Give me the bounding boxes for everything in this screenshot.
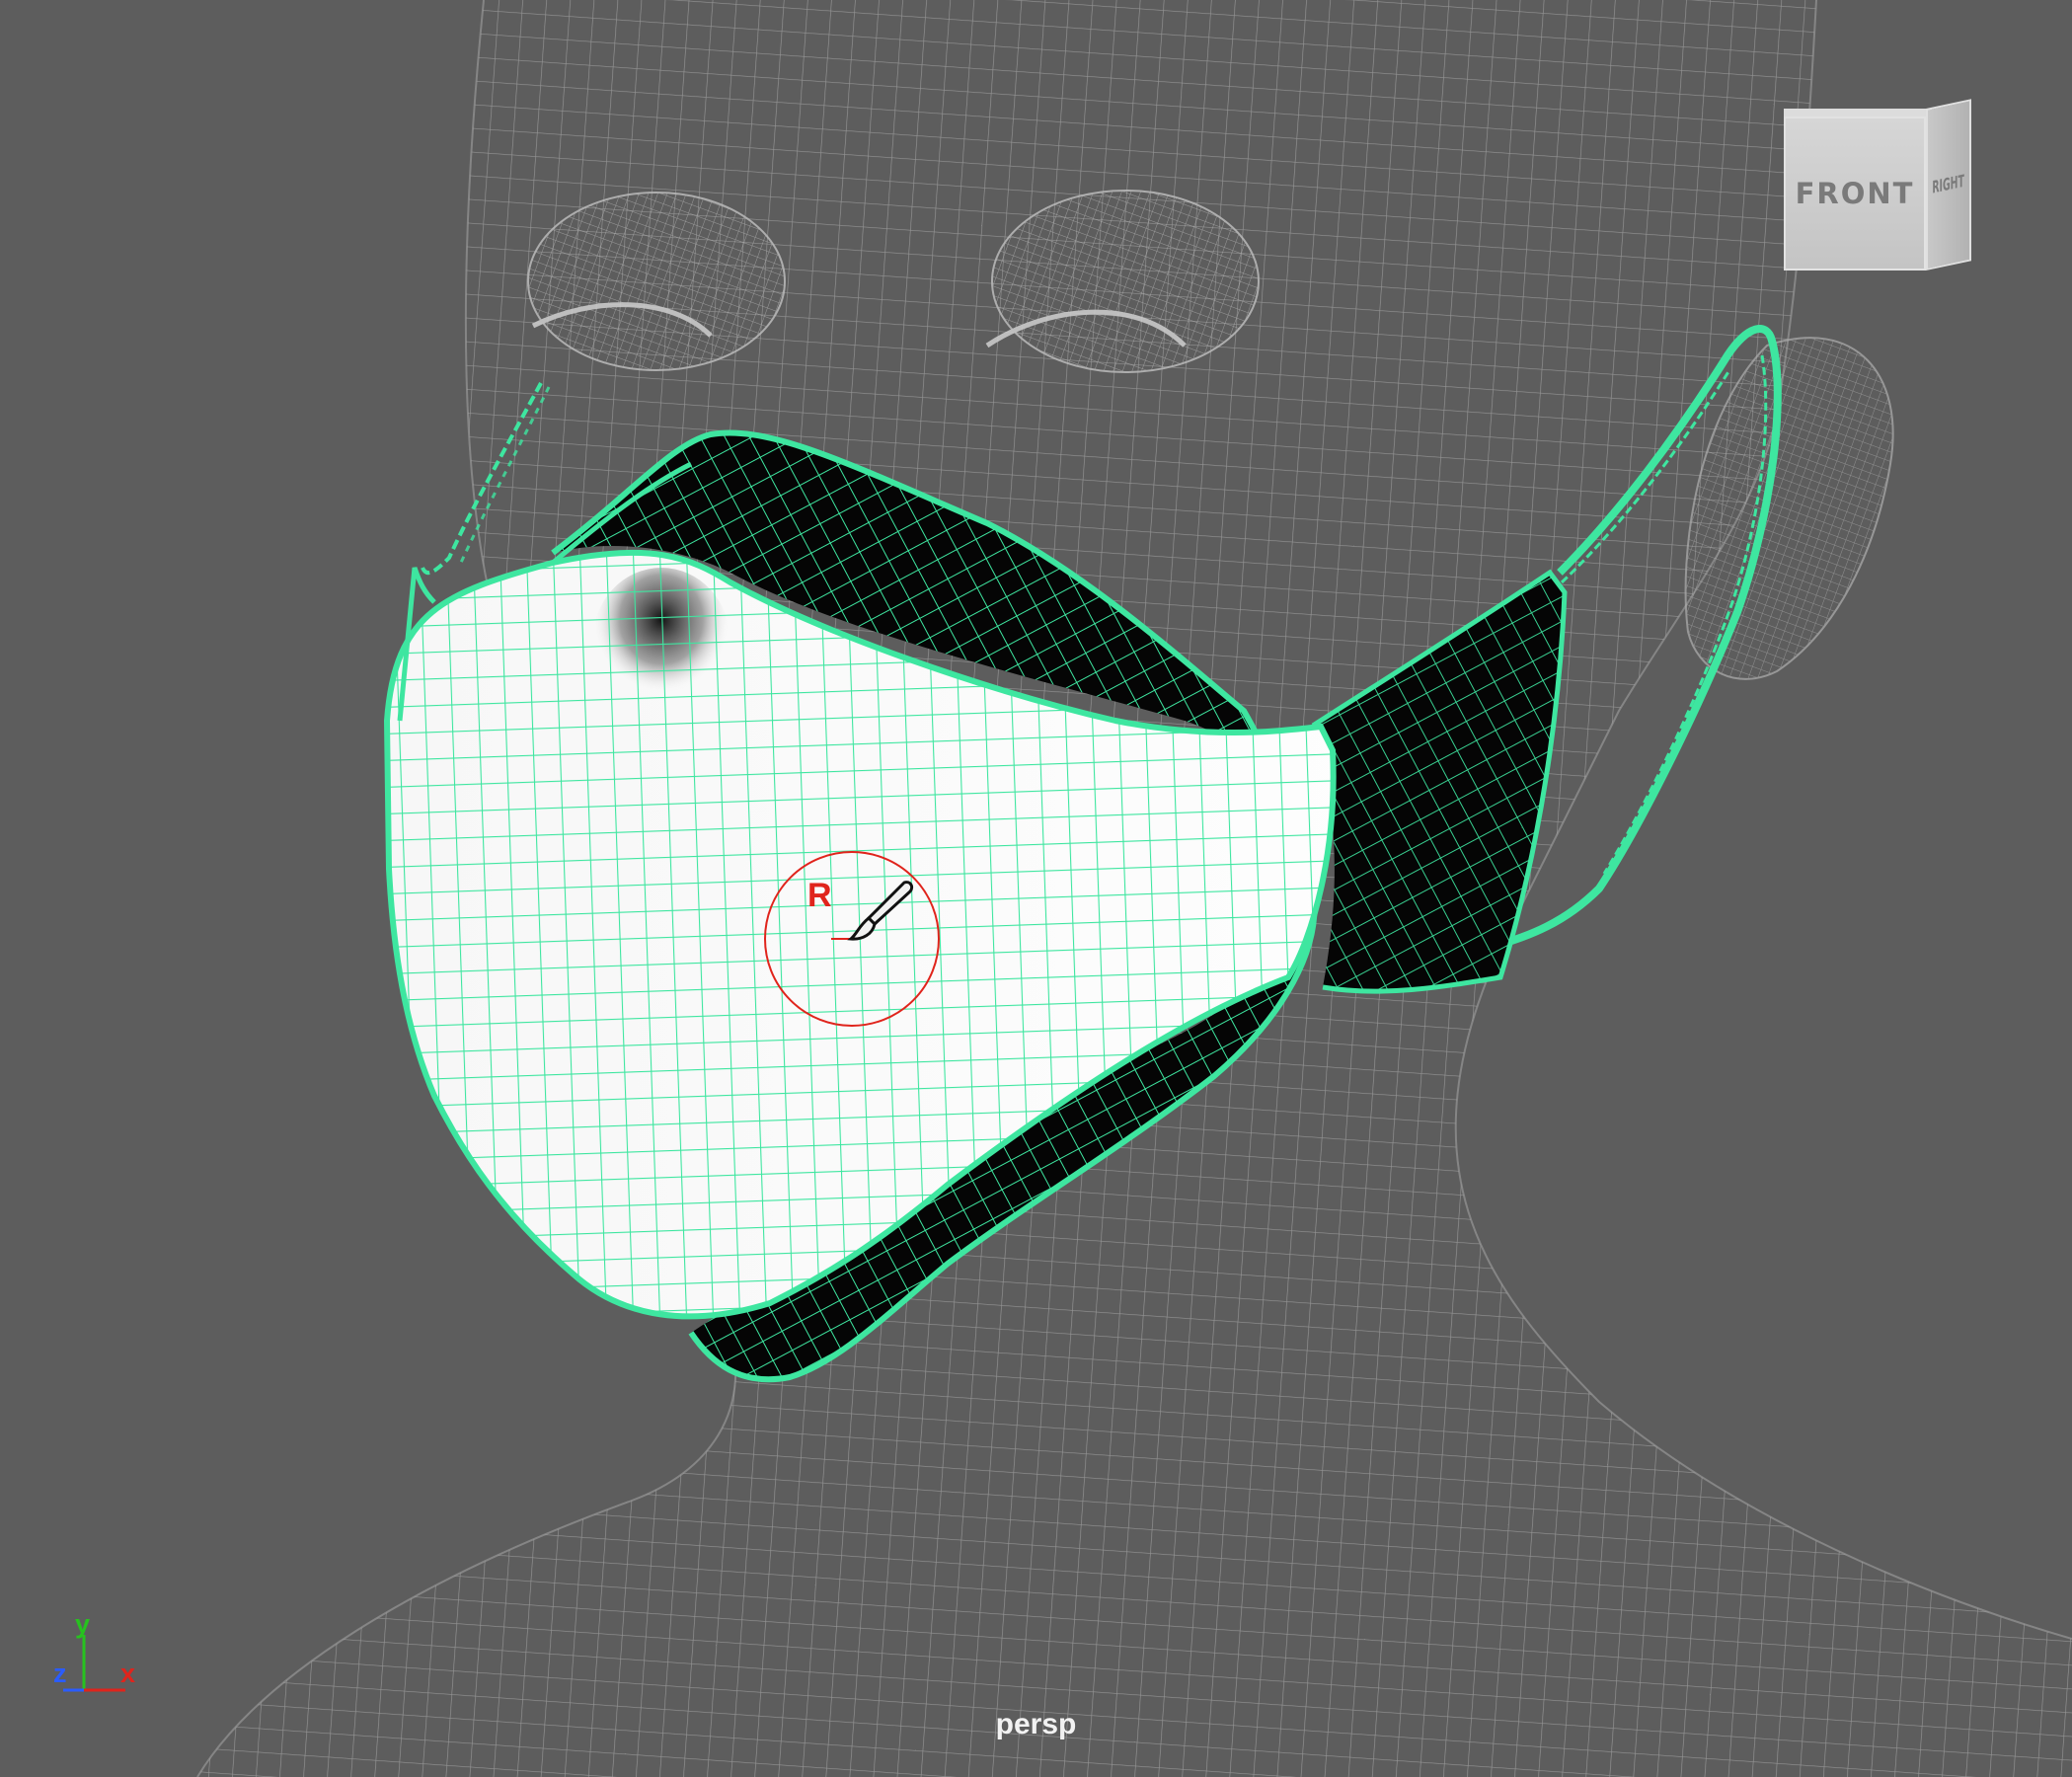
camera-name-label: persp xyxy=(995,1708,1077,1740)
view-cube-right-label: RIGHT xyxy=(1932,171,1965,198)
scene-3d[interactable] xyxy=(0,0,2072,1777)
axis-y-label: y xyxy=(75,1609,91,1639)
view-cube-front-face[interactable]: FRONT xyxy=(1784,116,1926,270)
axis-x-label: x xyxy=(120,1659,136,1688)
persp-viewport[interactable]: FRONT RIGHT R y z x persp xyxy=(0,0,2072,1777)
axis-gizmo: y z x xyxy=(51,1609,150,1698)
brush-mode-label: R xyxy=(807,877,832,914)
sculpt-brush-cursor: R xyxy=(762,849,942,1029)
paint-brush-icon xyxy=(847,881,914,941)
view-cube-front-label: FRONT xyxy=(1795,177,1915,210)
axis-z-label: z xyxy=(53,1659,67,1688)
view-cube-right-face[interactable]: RIGHT xyxy=(1926,99,1971,270)
left-eye-reference xyxy=(527,192,786,371)
view-cube[interactable]: FRONT RIGHT xyxy=(1777,99,1974,282)
